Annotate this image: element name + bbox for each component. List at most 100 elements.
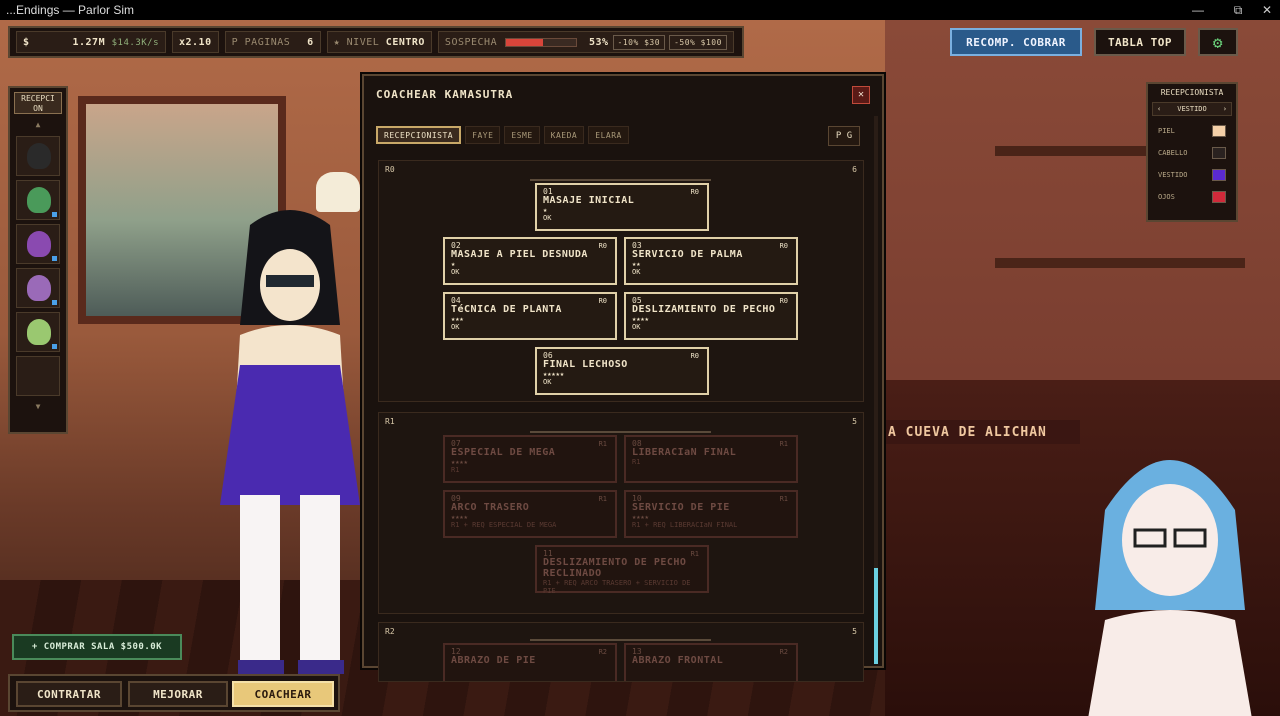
roster-slot[interactable] (16, 136, 60, 176)
skill-name: ABRAZO FRONTAL (632, 655, 724, 666)
skill-node[interactable]: 12 R2 ABRAZO DE PIE (443, 643, 617, 681)
skill-rank: R1 (690, 550, 699, 558)
color-swatch[interactable] (1212, 147, 1226, 159)
maximize-button[interactable]: ⧉ (1218, 0, 1258, 20)
buy-room-button[interactable]: + COMPRAR SALA $500.0K (12, 634, 182, 660)
skill-rank: R0 (690, 352, 699, 360)
chevron-left-icon[interactable]: ‹ (1157, 105, 1161, 113)
staff-avatar (27, 275, 51, 301)
skill-name: DESLIZAMIENTO DE PECHO RECLINADO (543, 557, 687, 579)
appearance-selector[interactable]: ‹ VESTIDO › (1152, 102, 1232, 116)
pages-label: P PAGINAS (231, 36, 291, 48)
rank-count: 5 (852, 417, 857, 426)
hire-button[interactable]: CONTRATAR (16, 681, 122, 707)
reduce-suspicion-50-button[interactable]: -50% $100 (669, 34, 727, 50)
roster-slot[interactable] (16, 180, 60, 220)
money-rate: $14.3K/s (111, 37, 159, 48)
skill-node[interactable]: 10 R1 SERVICIO DE PIE ★★★★ R1 + REQ LIBERACI… (624, 490, 798, 538)
top-hud: $ 1.27M $14.3K/s x2.10 P PAGINAS 6 ★ NIV… (8, 26, 744, 58)
tab-faye[interactable]: FAYE (465, 126, 501, 144)
coach-button[interactable]: COACHEAR (232, 681, 334, 707)
skill-stars: ★★★★ (632, 315, 649, 323)
collect-reward-button[interactable]: RECOMP. COBRAR (950, 28, 1082, 56)
skill-node[interactable]: 03 R0 SERVICIO DE PALMA ★★ OK (624, 237, 798, 285)
suspicion-bar (505, 37, 578, 47)
color-swatch[interactable] (1212, 191, 1226, 203)
receptionist-character[interactable] (210, 205, 370, 695)
appearance-selector-label: VESTIDO (1177, 105, 1207, 113)
roster-slot[interactable] (16, 268, 60, 308)
level-value: CENTRO (385, 36, 425, 48)
skill-node[interactable]: 13 R2 ABRAZO FRONTAL (624, 643, 798, 681)
close-window-button[interactable]: ✕ (1254, 0, 1280, 20)
minimize-button[interactable]: — (1178, 0, 1218, 20)
tab-kaeda[interactable]: KAEDA (543, 126, 585, 144)
skill-stars: ★★★★ (451, 458, 468, 466)
rank-count: 5 (852, 627, 857, 636)
rank-label: R0 (385, 165, 395, 174)
skill-status: OK (543, 214, 552, 222)
roster-slot[interactable] (16, 224, 60, 264)
skill-rank: R0 (598, 242, 607, 250)
rank-count: 6 (852, 165, 857, 174)
rank-label: R2 (385, 627, 395, 636)
upgrade-button[interactable]: MEJORAR (128, 681, 228, 707)
skill-status: R1 (451, 466, 460, 474)
appearance-row[interactable]: PIEL (1158, 124, 1226, 138)
tab-elara[interactable]: ELARA (588, 126, 629, 144)
status-dot-icon (52, 212, 57, 217)
roster-slot-empty[interactable] (16, 356, 60, 396)
modal-scrollbar-thumb[interactable] (874, 568, 878, 664)
appearance-row[interactable]: OJOS (1158, 190, 1226, 204)
money-value: 1.27M (72, 36, 106, 48)
skill-node[interactable]: 07 R1 ESPECIAL DE MEGA ★★★★ R1 (443, 435, 617, 483)
skill-node[interactable]: 09 R1 ARCO TRASERO ★★★★ R1 + REQ ESPECIAL DE… (443, 490, 617, 538)
skill-status: OK (451, 323, 460, 331)
appearance-row[interactable]: CABELLO (1158, 146, 1226, 160)
leaderboard-button[interactable]: TABLA TOP (1094, 28, 1186, 56)
status-dot-icon (52, 300, 57, 305)
tab-recepcionista[interactable]: RECEPCIONISTA (376, 126, 462, 144)
staff-roster: RECEPCI ON ▲ ▼ (8, 86, 68, 434)
skill-node[interactable]: 02 R0 MASAJE A PIEL DESNUDA ★ OK (443, 237, 617, 285)
modal-title: COACHEAR KAMASUTRA (376, 88, 514, 101)
skill-name: LIBERACIaN FINAL (632, 447, 737, 458)
skill-node[interactable]: 11 R1 DESLIZAMIENTO DE PECHO RECLINADO R1 +… (535, 545, 709, 595)
shelf (995, 258, 1245, 268)
skill-rank: R1 (779, 495, 788, 503)
pages-value: 6 (307, 36, 314, 48)
skill-node[interactable]: 08 R1 LIBERACIaN FINAL R1 (624, 435, 798, 483)
rank-section-r0: R0 6 01 R0 MASAJE INICIAL ★ OK 02 R0 MASAJE A PIE… (378, 160, 864, 402)
skill-stars: ★★★★ (451, 513, 468, 521)
pg-toggle-button[interactable]: P G (828, 126, 860, 146)
window-title: ...Endings — Parlor Sim (6, 3, 135, 17)
skill-stars: ★★★ (451, 315, 464, 323)
skill-status: R1 (632, 458, 641, 466)
color-swatch[interactable] (1212, 169, 1226, 181)
chevron-right-icon[interactable]: › (1223, 105, 1227, 113)
skill-node[interactable]: 04 R0 TéCNICA DE PLANTA ★★★ OK (443, 292, 617, 340)
roster-slot[interactable] (16, 312, 60, 352)
skill-node[interactable]: 06 R0 FINAL LECHOSO ★★★★★ OK (535, 347, 709, 395)
settings-button[interactable]: ⚙ (1198, 28, 1238, 56)
multiplier-display: x2.10 (172, 31, 219, 53)
skill-name: ARCO TRASERO (451, 502, 530, 513)
level-display: ★ NIVEL CENTRO (326, 31, 432, 53)
suspicion-value: 53% (588, 36, 609, 48)
skill-stars: ★★ (632, 260, 641, 268)
appearance-row[interactable]: VESTIDO (1158, 168, 1226, 182)
close-modal-button[interactable]: ✕ (852, 86, 870, 104)
reduce-suspicion-10-button[interactable]: -10% $30 (612, 34, 666, 50)
level-label: ★ NIVEL (333, 36, 380, 48)
skill-status: OK (543, 378, 552, 386)
roster-scroll-down-icon[interactable]: ▼ (10, 400, 66, 414)
skill-stars: ★★★★★ (543, 370, 565, 378)
skill-status: R1 + REQ LIBERACIaN FINAL (632, 521, 738, 529)
status-dot-icon (52, 256, 57, 261)
skill-node[interactable]: 05 R0 DESLIZAMIENTO DE PECHO ★★★★ OK (624, 292, 798, 340)
roster-scroll-up-icon[interactable]: ▲ (10, 118, 66, 132)
skill-node[interactable]: 01 R0 MASAJE INICIAL ★ OK (535, 183, 709, 231)
tab-esme[interactable]: ESME (504, 126, 540, 144)
appearance-row-label: CABELLO (1158, 149, 1188, 157)
color-swatch[interactable] (1212, 125, 1226, 137)
